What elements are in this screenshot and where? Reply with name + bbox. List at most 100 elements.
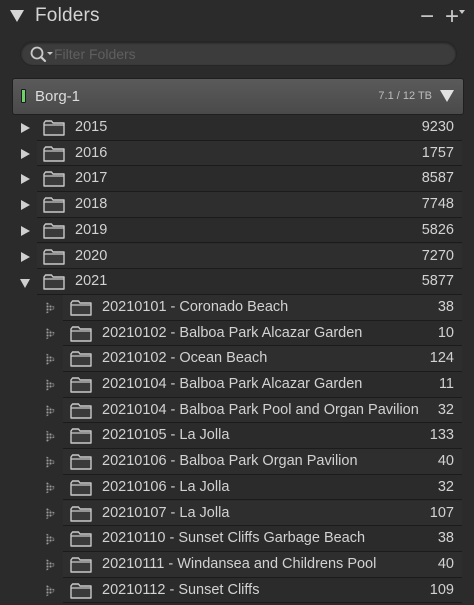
folder-photo-count: 32 bbox=[437, 478, 454, 495]
dotted-disclosure-icon[interactable] bbox=[47, 509, 55, 519]
folder-name: 2018 bbox=[75, 196, 108, 213]
folder-row[interactable]: 2017 8587 bbox=[0, 166, 474, 193]
dotted-disclosure-icon[interactable] bbox=[47, 534, 55, 544]
folder-row[interactable]: 2015 9230 bbox=[0, 115, 474, 141]
dotted-disclosure-icon[interactable] bbox=[47, 431, 55, 441]
volume-menu-triangle-icon[interactable] bbox=[440, 90, 454, 102]
folder-photo-count: 8587 bbox=[421, 170, 454, 187]
folder-row[interactable]: 2021 5877 bbox=[0, 269, 474, 295]
folder-icon bbox=[70, 582, 92, 599]
folder-name: 20210104 - Balboa Park Pool and Organ Pa… bbox=[102, 401, 419, 418]
folder-row[interactable]: 2020 7270 bbox=[0, 243, 474, 270]
folder-name: 20210101 - Coronado Beach bbox=[102, 298, 289, 315]
folder-name: 2021 bbox=[75, 273, 108, 290]
folder-name: 20210111 - Windansea and Childrens Pool bbox=[102, 555, 377, 572]
collapsed-triangle-icon[interactable] bbox=[21, 174, 30, 185]
collapsed-triangle-icon[interactable] bbox=[21, 148, 30, 159]
filter-folders-input[interactable] bbox=[54, 44, 449, 64]
folder-row[interactable]: 2019 5826 bbox=[0, 218, 474, 244]
collapsed-triangle-icon[interactable] bbox=[21, 251, 30, 262]
folder-photo-count: 10 bbox=[437, 324, 454, 341]
subfolder-row[interactable]: 20210106 - La Jolla 32 bbox=[0, 475, 474, 501]
folder-name: 20210105 - La Jolla bbox=[102, 427, 230, 444]
subfolder-row[interactable]: 20210112 - Sunset Cliffs 109 bbox=[0, 578, 474, 604]
subfolder-row[interactable]: 20210105 - La Jolla 133 bbox=[0, 423, 474, 450]
folder-name: 20210110 - Sunset Cliffs Garbage Beach bbox=[102, 530, 366, 547]
folder-name: 2020 bbox=[75, 247, 108, 264]
folder-name: 2015 bbox=[75, 119, 108, 135]
folder-name: 20210106 - La Jolla bbox=[102, 478, 230, 495]
dotted-disclosure-icon[interactable] bbox=[47, 329, 55, 339]
folder-photo-count: 107 bbox=[429, 504, 454, 521]
folder-name: 2017 bbox=[75, 170, 108, 187]
folder-icon bbox=[70, 454, 92, 470]
folder-icon bbox=[70, 351, 92, 367]
folder-icon bbox=[43, 171, 65, 188]
folder-photo-count: 109 bbox=[429, 581, 454, 598]
folder-icon bbox=[70, 480, 92, 496]
folder-row[interactable]: 2018 7748 bbox=[0, 192, 474, 218]
folder-icon bbox=[70, 531, 92, 547]
folder-icon bbox=[43, 248, 65, 265]
folder-photo-count: 38 bbox=[437, 298, 454, 315]
folder-photo-count: 9230 bbox=[421, 119, 454, 135]
add-folder-button[interactable]: + bbox=[441, 4, 463, 30]
folder-icon bbox=[70, 402, 92, 419]
folder-icon bbox=[70, 557, 92, 573]
folder-icon bbox=[43, 197, 65, 213]
dotted-disclosure-icon[interactable] bbox=[47, 560, 55, 570]
folder-name: 20210104 - Balboa Park Alcazar Garden bbox=[102, 376, 363, 392]
collapsed-triangle-icon[interactable] bbox=[21, 225, 30, 236]
volume-name: Borg-1 bbox=[35, 88, 81, 105]
remove-folder-button[interactable]: − bbox=[416, 4, 438, 30]
dotted-disclosure-icon[interactable] bbox=[47, 586, 55, 596]
add-menu-caret-icon[interactable] bbox=[459, 10, 465, 14]
search-icon[interactable] bbox=[29, 45, 53, 63]
folder-photo-count: 124 bbox=[429, 350, 454, 367]
subfolder-row[interactable]: 20210102 - Ocean Beach 124 bbox=[0, 346, 474, 372]
subfolder-row[interactable]: 20210104 - Balboa Park Alcazar Garden 11 bbox=[0, 372, 474, 398]
folder-icon bbox=[43, 223, 65, 239]
folder-photo-count: 38 bbox=[437, 530, 454, 547]
subfolder-row[interactable]: 20210102 - Balboa Park Alcazar Garden 10 bbox=[0, 321, 474, 347]
volume-usage: 7.1 / 12 TB bbox=[378, 90, 432, 102]
dotted-disclosure-icon[interactable] bbox=[47, 483, 55, 493]
volume-status-indicator bbox=[21, 89, 26, 103]
expanded-triangle-icon[interactable] bbox=[20, 279, 30, 289]
dotted-disclosure-icon[interactable] bbox=[47, 457, 55, 467]
collapse-triangle-icon[interactable] bbox=[10, 10, 24, 22]
subfolder-row[interactable]: 20210101 - Coronado Beach 38 bbox=[0, 294, 474, 321]
folder-icon bbox=[70, 325, 92, 342]
folder-icon bbox=[70, 300, 92, 316]
folder-icon bbox=[43, 120, 65, 136]
folder-icon bbox=[70, 428, 92, 445]
folder-photo-count: 7748 bbox=[421, 196, 454, 213]
folder-icon bbox=[70, 505, 92, 522]
subfolder-row[interactable]: 20210104 - Balboa Park Pool and Organ Pa… bbox=[0, 397, 474, 424]
folder-name: 20210102 - Ocean Beach bbox=[102, 350, 268, 367]
folder-name: 2016 bbox=[75, 144, 108, 161]
subfolder-row[interactable]: 20210110 - Sunset Cliffs Garbage Beach 38 bbox=[0, 526, 474, 552]
collapsed-triangle-icon[interactable] bbox=[21, 200, 30, 211]
folder-photo-count: 40 bbox=[437, 555, 454, 572]
folder-photo-count: 133 bbox=[429, 427, 454, 444]
subfolder-row[interactable]: 20210106 - Balboa Park Organ Pavilion 40 bbox=[0, 449, 474, 475]
dotted-disclosure-icon[interactable] bbox=[47, 380, 55, 390]
folders-panel-header[interactable]: Folders − + bbox=[0, 0, 474, 36]
dotted-disclosure-icon[interactable] bbox=[47, 354, 55, 364]
volume-header[interactable]: Borg-1 7.1 / 12 TB bbox=[12, 78, 464, 115]
collapsed-triangle-icon[interactable] bbox=[21, 123, 30, 133]
subfolder-row[interactable]: 20210107 - La Jolla 107 bbox=[0, 500, 474, 527]
dotted-disclosure-icon[interactable] bbox=[47, 303, 55, 313]
folder-photo-count: 7270 bbox=[421, 247, 454, 264]
dotted-disclosure-icon[interactable] bbox=[47, 406, 55, 416]
folder-photo-count: 32 bbox=[437, 401, 454, 418]
subfolder-row[interactable]: 20210111 - Windansea and Childrens Pool 4… bbox=[0, 551, 474, 578]
folder-name: 20210106 - Balboa Park Organ Pavilion bbox=[102, 453, 358, 470]
panel-title: Folders bbox=[35, 5, 100, 26]
filter-folders-field[interactable] bbox=[20, 41, 457, 66]
folder-photo-count: 5877 bbox=[421, 273, 454, 290]
folder-icon bbox=[70, 377, 92, 393]
folder-photo-count: 11 bbox=[438, 376, 454, 392]
folder-row[interactable]: 2016 1757 bbox=[0, 140, 474, 167]
